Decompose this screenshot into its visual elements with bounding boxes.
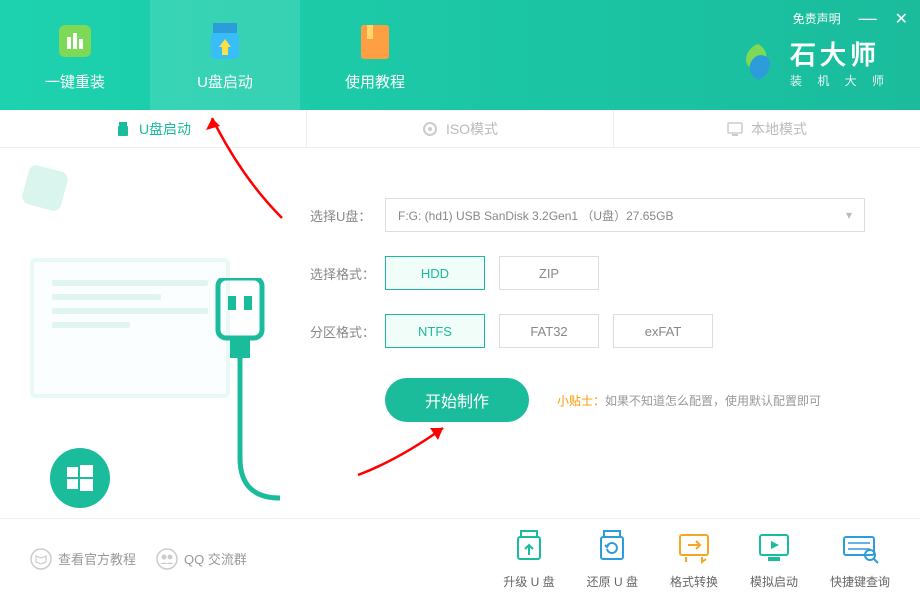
partition-ntfs[interactable]: NTFS <box>385 314 485 348</box>
row-partition: 分区格式： NTFS FAT32 exFAT <box>310 314 880 348</box>
partition-exfat[interactable]: exFAT <box>613 314 713 348</box>
partition-label: 分区格式： <box>310 322 385 341</box>
usb-icon <box>115 121 131 137</box>
window-controls: 免责声明 — ✕ <box>793 8 908 29</box>
brand-logo-icon <box>736 40 780 84</box>
qq-group-link[interactable]: QQ 交流群 <box>156 548 247 570</box>
brand: 石大师 装 机 大 师 <box>736 35 890 89</box>
row-disk: 选择U盘： F:G: (hd1) USB SanDisk 3.2Gen1 （U盘… <box>310 198 880 232</box>
format-label: 选择格式： <box>310 264 385 283</box>
decoration-shape <box>21 164 70 213</box>
usb-cable-icon <box>200 278 280 508</box>
subtabs: U盘启动 ISO模式 本地模式 <box>0 110 920 148</box>
footer: 查看官方教程 QQ 交流群 升级 U 盘 还原 U 盘 格式转换 模拟启动 快捷… <box>0 518 920 598</box>
book-icon <box>30 548 52 570</box>
tool-restore-usb[interactable]: 还原 U 盘 <box>587 527 638 590</box>
disk-label: 选择U盘： <box>310 206 385 225</box>
tool-upgrade-usb[interactable]: 升级 U 盘 <box>503 527 554 590</box>
subtab-iso[interactable]: ISO模式 <box>307 110 614 147</box>
form: 选择U盘： F:G: (hd1) USB SanDisk 3.2Gen1 （U盘… <box>300 148 920 518</box>
chevron-down-icon: ▾ <box>846 208 852 222</box>
restore-usb-icon <box>592 527 632 567</box>
nav-label: 一键重装 <box>45 71 105 92</box>
content: 选择U盘： F:G: (hd1) USB SanDisk 3.2Gen1 （U盘… <box>0 148 920 518</box>
nav-reinstall[interactable]: 一键重装 <box>0 0 150 110</box>
start-button[interactable]: 开始制作 <box>385 378 529 422</box>
format-hdd[interactable]: HDD <box>385 256 485 290</box>
nav-tutorial[interactable]: 使用教程 <box>300 0 450 110</box>
nav-label: U盘启动 <box>197 71 253 92</box>
upgrade-usb-icon <box>509 527 549 567</box>
nav-usb-boot[interactable]: U盘启动 <box>150 0 300 110</box>
tip: 小贴士：如果不知道怎么配置，使用默认配置即可 <box>557 392 821 409</box>
people-icon <box>156 548 178 570</box>
keyboard-search-icon <box>840 527 880 567</box>
partition-fat32[interactable]: FAT32 <box>499 314 599 348</box>
close-icon[interactable]: ✕ <box>895 9 908 29</box>
subtab-usb[interactable]: U盘启动 <box>0 110 307 147</box>
windows-badge-icon <box>50 448 110 508</box>
tutorial-icon <box>353 19 397 63</box>
tool-format-convert[interactable]: 格式转换 <box>670 527 718 590</box>
brand-title: 石大师 <box>790 35 890 72</box>
usb-boot-icon <box>203 19 247 63</box>
minimize-icon[interactable]: — <box>859 8 877 29</box>
disk-select[interactable]: F:G: (hd1) USB SanDisk 3.2Gen1 （U盘）27.65… <box>385 198 865 232</box>
brand-subtitle: 装 机 大 师 <box>790 72 890 89</box>
tool-hotkey-query[interactable]: 快捷键查询 <box>830 527 890 590</box>
tool-simulate-boot[interactable]: 模拟启动 <box>750 527 798 590</box>
iso-icon <box>422 121 438 137</box>
monitor-icon <box>727 121 743 137</box>
subtab-local[interactable]: 本地模式 <box>614 110 920 147</box>
reinstall-icon <box>53 19 97 63</box>
row-start: 开始制作 小贴士：如果不知道怎么配置，使用默认配置即可 <box>310 378 880 422</box>
simulate-icon <box>754 527 794 567</box>
nav-label: 使用教程 <box>345 71 405 92</box>
disclaimer-link[interactable]: 免责声明 <box>793 10 841 27</box>
row-format: 选择格式： HDD ZIP <box>310 256 880 290</box>
illustration <box>0 148 300 518</box>
format-zip[interactable]: ZIP <box>499 256 599 290</box>
convert-icon <box>674 527 714 567</box>
header: 一键重装 U盘启动 使用教程 免责声明 — ✕ 石大师 装 机 大 师 <box>0 0 920 110</box>
official-tutorial-link[interactable]: 查看官方教程 <box>30 548 136 570</box>
